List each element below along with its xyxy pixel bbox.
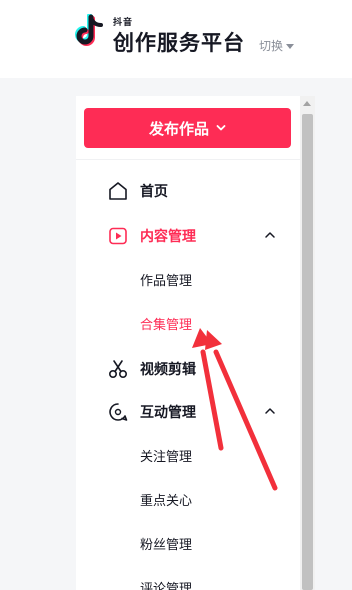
sidebar-subitem-label: 作品管理	[140, 274, 193, 289]
sidebar-subitem-comment-management[interactable]: 评论管理	[76, 567, 300, 590]
sidebar-subitem-label: 重点关心	[140, 494, 193, 509]
divider	[76, 159, 300, 160]
publish-button[interactable]: 发布作品	[84, 108, 291, 148]
chevron-down-icon	[216, 125, 226, 131]
sidebar-item-content-management[interactable]: 内容管理	[76, 213, 300, 257]
sidebar-subitem-label: 合集管理	[140, 318, 193, 333]
sidebar-subitem-label: 粉丝管理	[140, 538, 193, 553]
sidebar-subitem-label: 评论管理	[140, 582, 193, 590]
sidebar-item-video-editing[interactable]: 视频剪辑	[76, 346, 300, 390]
sidebar-subitem-works-management[interactable]: 作品管理	[76, 259, 300, 299]
sidebar-scrollbar[interactable]	[300, 96, 315, 590]
caret-down-icon	[286, 44, 295, 49]
brand-title: 创作服务平台	[113, 31, 245, 55]
sidebar: 发布作品 首页 内容管理 作品管理 合集管理 视频剪辑 互动管理 关注管理 重点…	[76, 96, 300, 590]
scrollbar-thumb[interactable]	[302, 114, 313, 590]
sidebar-subitem-label: 关注管理	[140, 450, 193, 465]
sidebar-item-label: 首页	[140, 184, 168, 200]
chevron-up-icon	[265, 232, 275, 238]
play-square-icon	[109, 227, 127, 245]
sidebar-subitem-follow-management[interactable]: 关注管理	[76, 435, 300, 475]
scroll-up-arrow-icon[interactable]	[303, 101, 311, 106]
top-header: 抖音 创作服务平台 切换	[0, 0, 352, 78]
switch-label: 切换	[259, 39, 284, 53]
sidebar-subitem-collection-management[interactable]: 合集管理	[76, 303, 300, 343]
sidebar-item-interaction-management[interactable]: 互动管理	[76, 389, 300, 433]
sidebar-item-label: 视频剪辑	[140, 362, 196, 378]
sidebar-item-label: 内容管理	[140, 229, 196, 245]
sidebar-subitem-key-concern[interactable]: 重点关心	[76, 479, 300, 519]
switch-button[interactable]: 切换	[259, 37, 295, 54]
publish-button-label: 发布作品	[148, 119, 209, 138]
chat-bubble-icon	[109, 403, 128, 421]
sidebar-item-label: 互动管理	[140, 405, 196, 421]
sidebar-subitem-fans-management[interactable]: 粉丝管理	[76, 523, 300, 563]
sidebar-item-home[interactable]: 首页	[76, 168, 300, 212]
douyin-logo-icon	[75, 14, 103, 46]
scissors-icon	[108, 360, 128, 379]
chevron-up-icon	[265, 408, 275, 414]
home-icon	[109, 182, 127, 200]
